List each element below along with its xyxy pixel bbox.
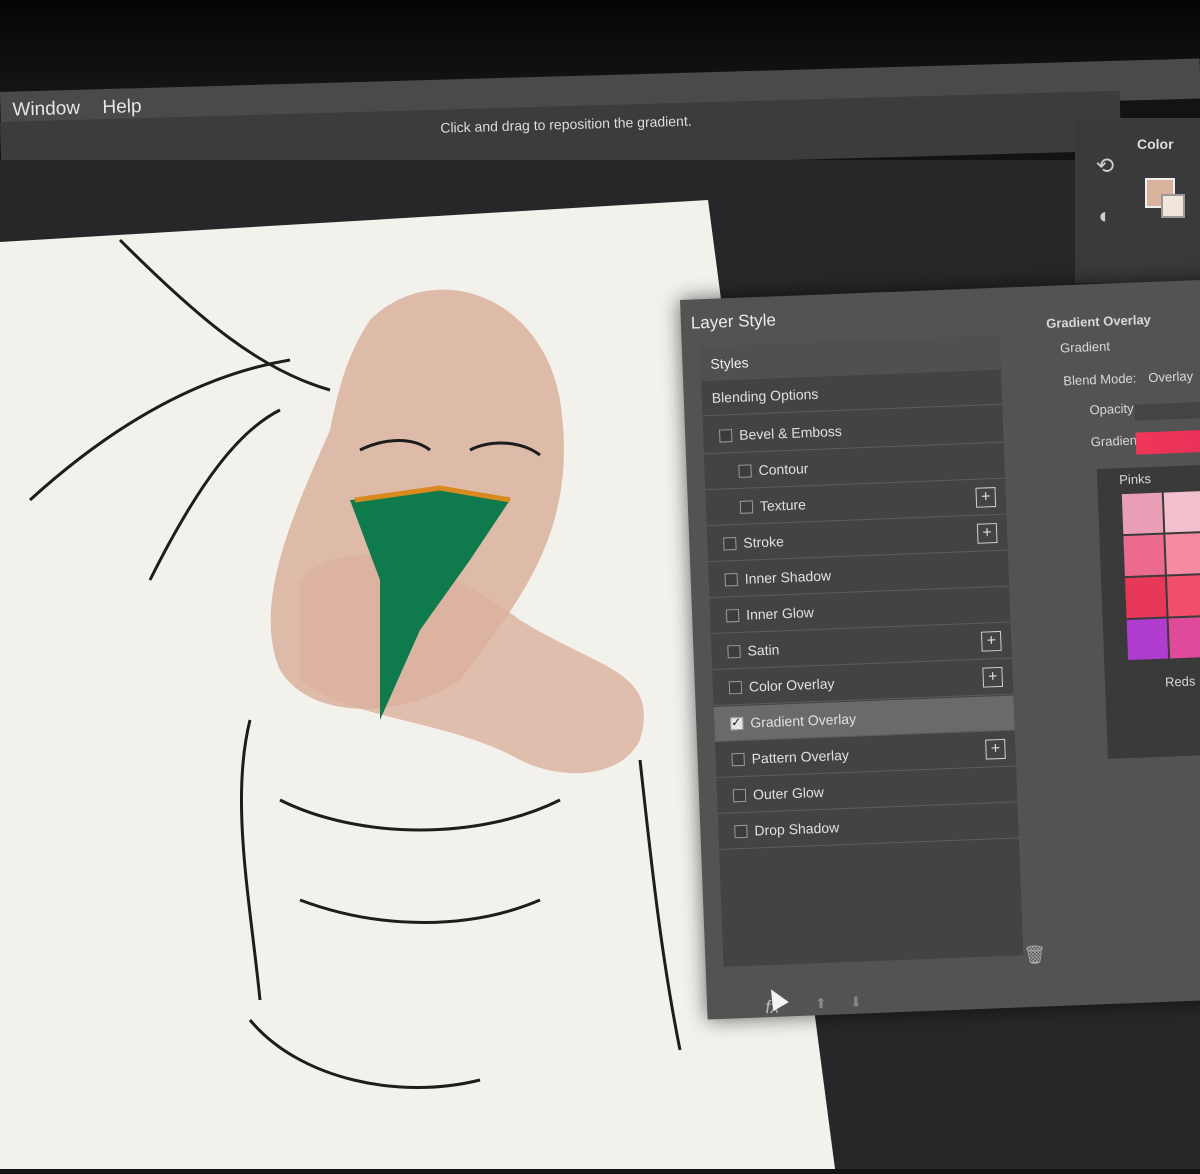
move-down-icon[interactable]: ⬇ bbox=[850, 994, 862, 1011]
menu-help[interactable]: Help bbox=[102, 96, 142, 119]
effect-label: Bevel & Emboss bbox=[738, 422, 843, 443]
preset-grid bbox=[1121, 490, 1200, 661]
effect-checkbox[interactable] bbox=[739, 500, 754, 514]
move-up-icon[interactable]: ⬆ bbox=[815, 995, 827, 1012]
effect-label: Outer Glow bbox=[752, 783, 825, 803]
add-effect-icon[interactable]: + bbox=[980, 630, 1002, 652]
effect-label: Gradient Overlay bbox=[749, 710, 857, 731]
gradient-preset-swatch[interactable] bbox=[1168, 616, 1200, 659]
gradient-preset-swatch[interactable] bbox=[1121, 492, 1164, 535]
effect-label: Satin bbox=[747, 641, 780, 659]
add-effect-icon[interactable]: + bbox=[975, 487, 997, 508]
folder-reds[interactable]: Reds bbox=[1165, 674, 1196, 690]
effect-label: Texture bbox=[759, 496, 807, 515]
add-effect-icon[interactable]: + bbox=[976, 523, 998, 544]
gradient-preset-swatch[interactable] bbox=[1125, 576, 1167, 619]
effect-label: Pattern Overlay bbox=[751, 746, 850, 767]
tab-color[interactable]: Color bbox=[1137, 136, 1174, 152]
styles-header-label: Styles bbox=[710, 354, 749, 372]
right-panel: ⟲ ◐ Color bbox=[1075, 118, 1200, 283]
tool-hint: Click and drag to reposition the gradien… bbox=[440, 112, 692, 136]
folder-pinks[interactable]: Pinks bbox=[1119, 471, 1151, 487]
add-effect-icon[interactable]: + bbox=[982, 666, 1004, 688]
gradient-subtitle: Gradient bbox=[1059, 338, 1111, 356]
effect-checkbox[interactable] bbox=[727, 644, 741, 659]
effect-checkbox[interactable] bbox=[723, 537, 737, 551]
gradient-preset-swatch[interactable] bbox=[1163, 491, 1200, 533]
gradient-presets-panel: Pinks Reds bbox=[1096, 463, 1200, 759]
effect-label: Drop Shadow bbox=[754, 819, 840, 839]
opacity-label: Opacity: bbox=[1089, 400, 1138, 418]
gradient-overlay-title: Gradient Overlay bbox=[1045, 311, 1152, 331]
history-icon[interactable]: ⟲ bbox=[1085, 146, 1125, 186]
effect-label: Contour bbox=[758, 460, 809, 479]
effect-checkbox[interactable] bbox=[724, 572, 739, 587]
effect-label: Stroke bbox=[743, 533, 785, 551]
effect-label: Color Overlay bbox=[748, 675, 835, 695]
gradient-preset-swatch[interactable] bbox=[1126, 618, 1169, 661]
effect-checkbox[interactable] bbox=[725, 608, 740, 623]
gradient-preset-swatch[interactable] bbox=[1123, 534, 1165, 577]
effect-label: Inner Shadow bbox=[744, 567, 832, 587]
background-color-swatch[interactable] bbox=[1161, 194, 1185, 218]
effect-checkbox[interactable] bbox=[728, 680, 743, 695]
trash-icon[interactable]: 🗑 bbox=[1023, 944, 1047, 966]
effects-list: Styles Blending Options Bevel & Emboss Co… bbox=[699, 335, 1047, 1017]
gradient-preview[interactable] bbox=[1135, 428, 1200, 455]
effect-checkbox[interactable] bbox=[719, 429, 733, 443]
dialog-title: Layer Style bbox=[690, 310, 777, 333]
gradient-preset-swatch[interactable] bbox=[1166, 574, 1200, 617]
adjustments-icon[interactable]: ◐ bbox=[1085, 196, 1125, 236]
blending-options-label: Blending Options bbox=[711, 385, 819, 406]
effect-label: Inner Glow bbox=[745, 604, 815, 623]
menu-window[interactable]: Window bbox=[12, 98, 80, 122]
layer-style-dialog: Layer Style Styles Blending Options Beve… bbox=[680, 278, 1200, 1020]
add-effect-icon[interactable]: + bbox=[985, 738, 1006, 760]
effect-checkbox[interactable] bbox=[730, 716, 744, 731]
gradient-preset-swatch[interactable] bbox=[1165, 533, 1200, 575]
blend-mode-label: Blend Mode: bbox=[1063, 370, 1137, 389]
effect-checkbox[interactable] bbox=[738, 464, 752, 478]
opacity-slider[interactable] bbox=[1134, 400, 1200, 421]
effect-checkbox[interactable] bbox=[732, 788, 747, 803]
effect-checkbox[interactable] bbox=[734, 824, 748, 839]
effect-checkbox[interactable] bbox=[731, 752, 745, 767]
blend-mode-select[interactable]: Overlay bbox=[1148, 368, 1193, 385]
